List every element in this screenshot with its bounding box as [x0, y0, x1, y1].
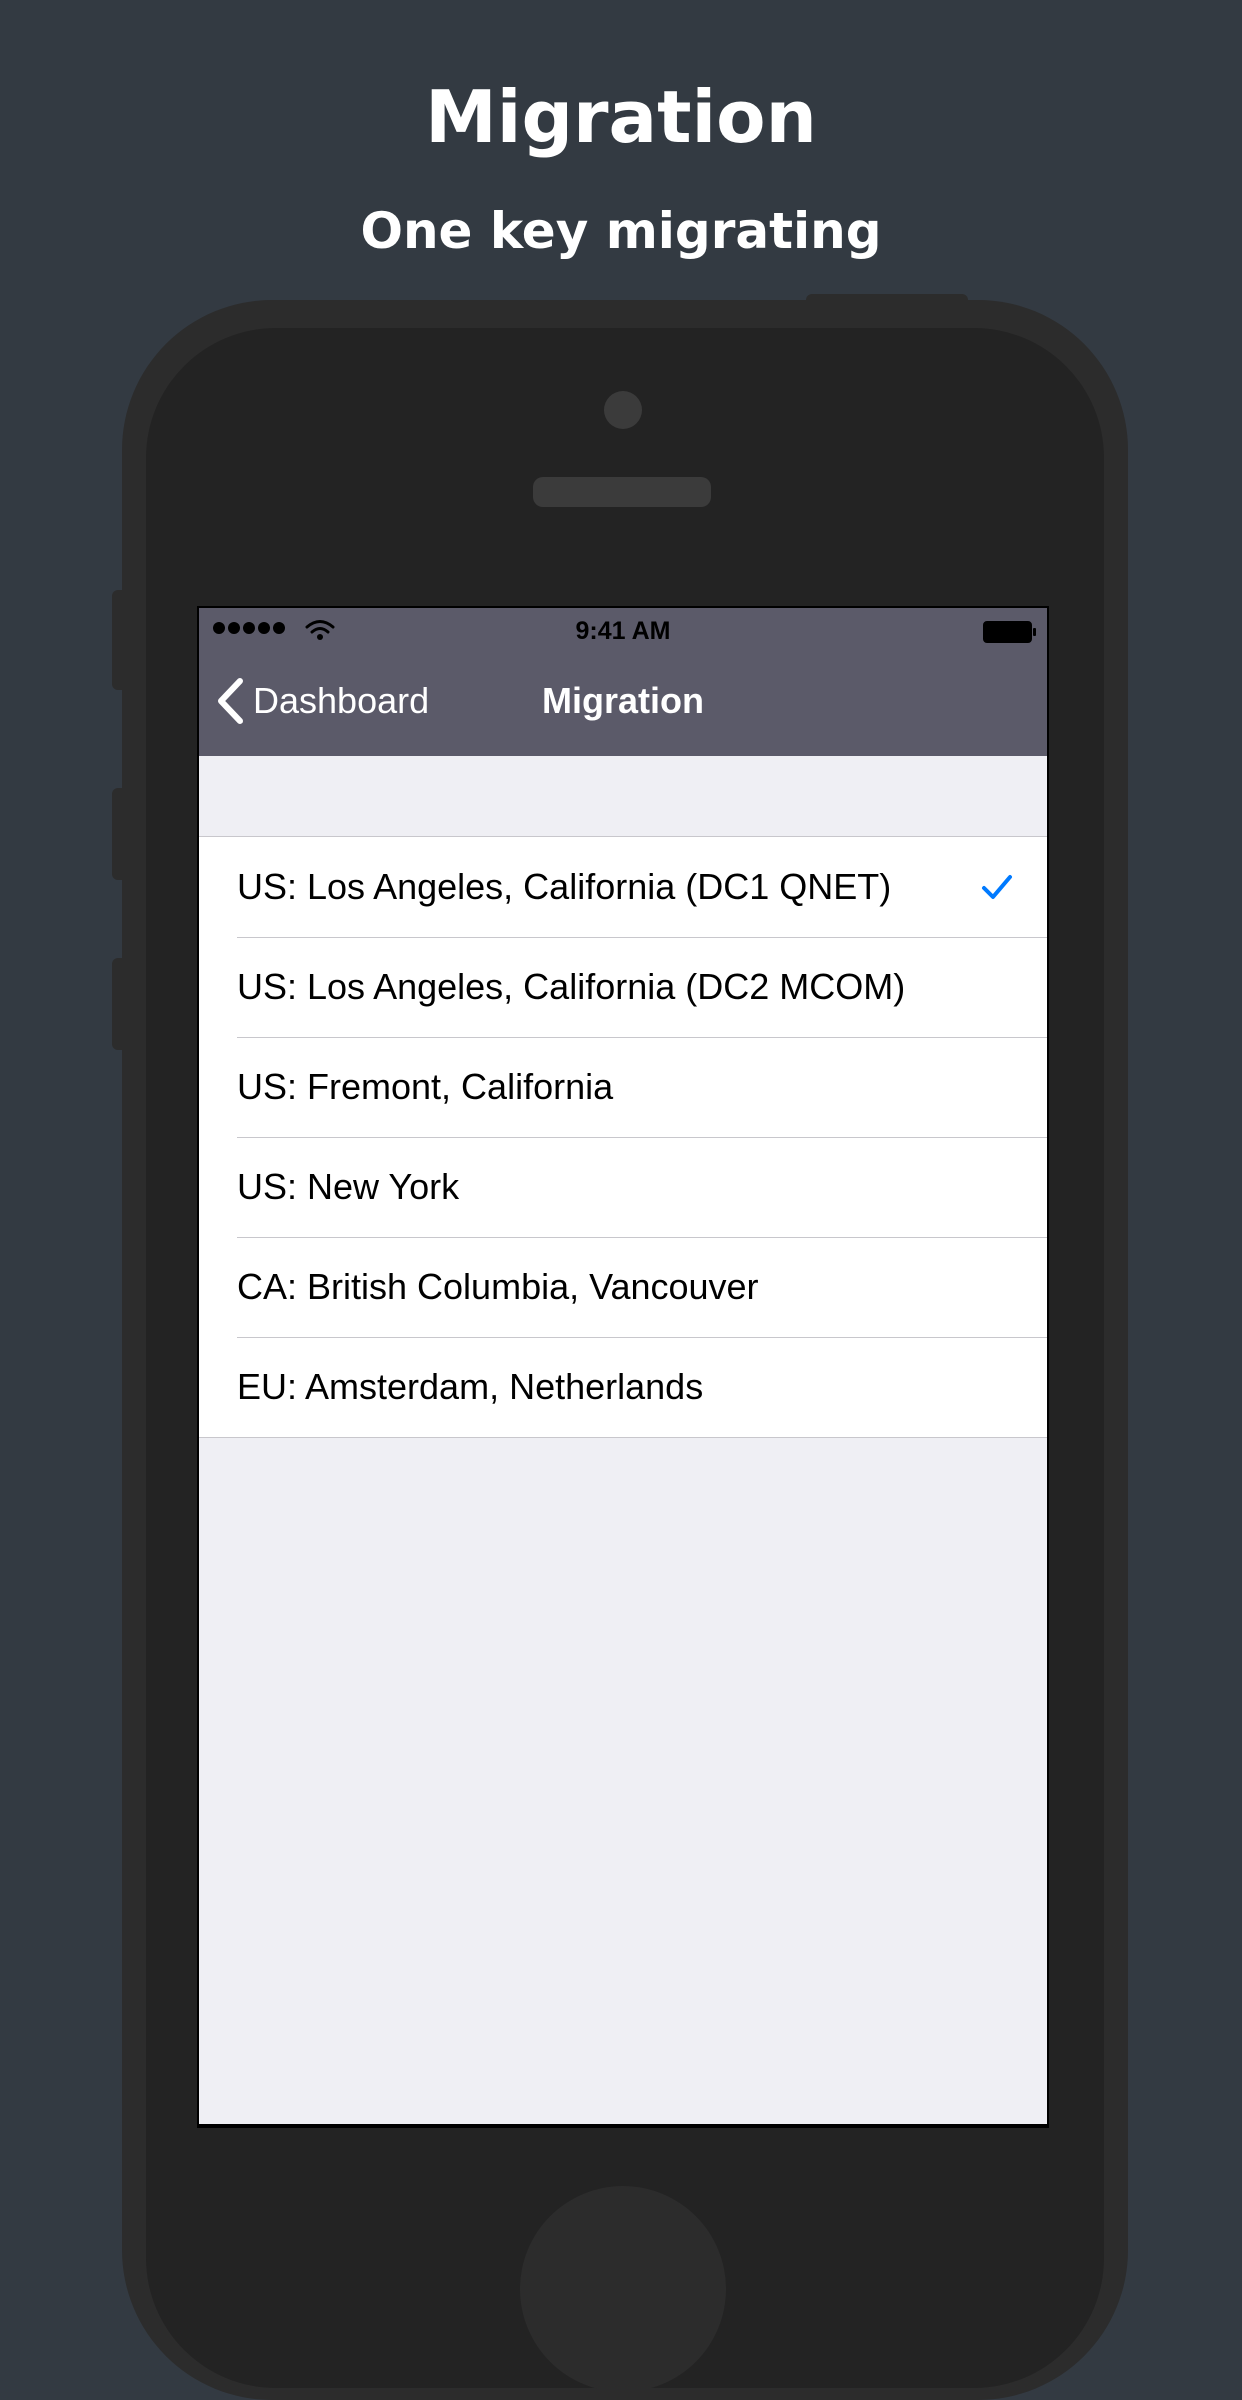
promo-title: Migration: [425, 75, 817, 159]
nav-area: 9:41 AM Dashboard Migration: [199, 608, 1047, 756]
phone-home-button: [520, 2186, 726, 2392]
location-row[interactable]: CA: British Columbia, Vancouver: [199, 1237, 1047, 1337]
location-label: US: Los Angeles, California (DC2 MCOM): [237, 966, 906, 1007]
migration-screen: 9:41 AM Dashboard Migration US: Los Ange…: [199, 608, 1047, 2124]
location-label: US: New York: [237, 1166, 460, 1207]
phone-camera: [604, 391, 642, 429]
status-time: 9:41 AM: [575, 617, 671, 645]
promo-subtitle: One key migrating: [360, 202, 882, 260]
location-row[interactable]: US: New York: [199, 1137, 1047, 1237]
phone-speaker: [533, 477, 711, 507]
location-label: CA: British Columbia, Vancouver: [237, 1266, 759, 1307]
location-label: US: Los Angeles, California (DC1 QNET): [237, 866, 892, 907]
location-row[interactable]: US: Los Angeles, California (DC1 QNET): [199, 837, 1047, 937]
phone-screen: 9:41 AM Dashboard Migration US: Los Ange…: [197, 606, 1049, 2128]
navigation-bar: Dashboard Migration: [199, 652, 1047, 756]
location-label: EU: Amsterdam, Netherlands: [237, 1366, 704, 1407]
location-row[interactable]: US: Fremont, California: [199, 1037, 1047, 1137]
checkmark-icon: [982, 875, 1012, 899]
status-bar: 9:41 AM: [199, 608, 1047, 652]
battery-icon: [983, 621, 1036, 643]
location-row[interactable]: US: Los Angeles, California (DC2 MCOM): [199, 937, 1047, 1037]
location-list: US: Los Angeles, California (DC1 QNET) US…: [199, 836, 1047, 1438]
location-label: US: Fremont, California: [237, 1066, 614, 1107]
nav-title: Migration: [542, 680, 704, 721]
location-row[interactable]: EU: Amsterdam, Netherlands: [199, 1337, 1047, 1437]
